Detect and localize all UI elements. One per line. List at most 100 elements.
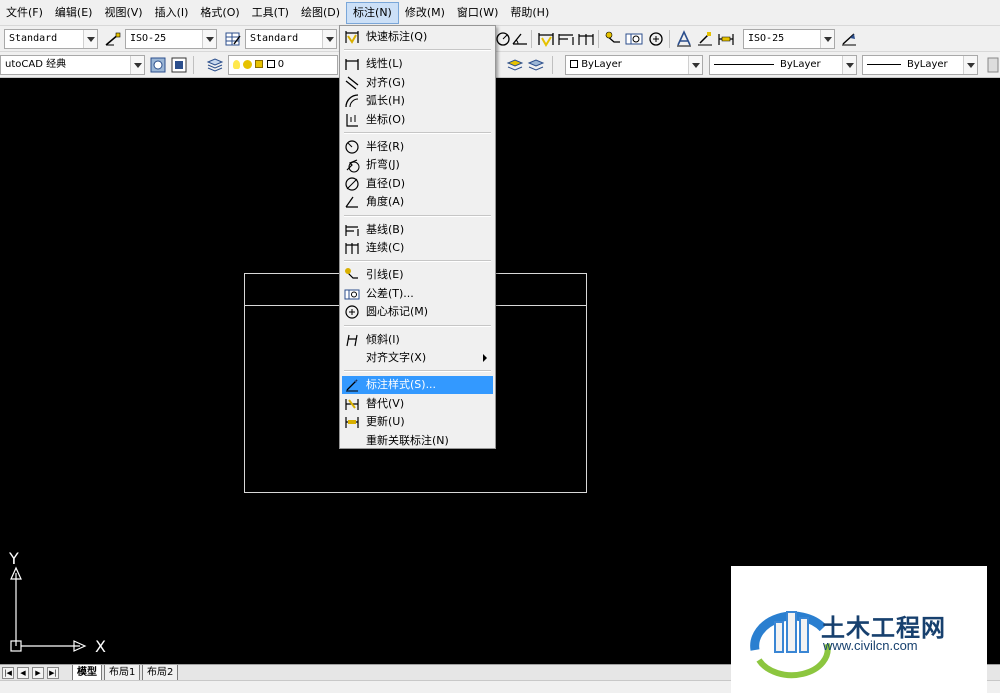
layer-select[interactable]: 0 (228, 55, 338, 75)
menu-help[interactable]: 帮助(H) (504, 2, 555, 24)
next-tab-icon[interactable]: ▶ (32, 667, 44, 679)
menu-file[interactable]: 文件(F) (0, 2, 49, 24)
lineweight-select[interactable]: ByLayer (862, 55, 978, 75)
dimension-edit-icon[interactable] (675, 30, 693, 48)
quick-dimension-icon[interactable] (537, 30, 555, 48)
menu-separator (344, 49, 491, 52)
tab-model[interactable]: 模型 (72, 665, 102, 681)
leader-icon[interactable] (604, 30, 622, 48)
dim-style-value: ISO-25 (130, 33, 167, 44)
text-style-select[interactable]: Standard (4, 29, 98, 49)
dimension-style-icon (344, 377, 360, 393)
radius-icon[interactable] (494, 30, 512, 48)
sun-icon (243, 59, 253, 69)
color-swatch-icon (266, 60, 275, 68)
last-tab-icon[interactable]: ▶| (47, 667, 59, 679)
tolerance-icon (344, 286, 360, 302)
tolerance-icon[interactable] (625, 30, 643, 48)
dimension-menu-item[interactable]: 倾斜(I) (342, 331, 493, 349)
dimension-menu-item[interactable]: 直径(D) (342, 175, 493, 193)
dimension-menu-item[interactable]: 线性(L) (342, 55, 493, 73)
dimension-menu-item[interactable]: 圆心标记(M) (342, 303, 493, 321)
oblique-icon (344, 332, 360, 348)
color-select[interactable]: ByLayer (565, 55, 703, 75)
styles-toolbar: Standard ISO-25 Standard ISO-25 (0, 26, 1000, 52)
menu-item-label: 更新(U) (366, 415, 405, 429)
menu-tools[interactable]: 工具(T) (246, 2, 295, 24)
menu-bar: 文件(F) 编辑(E) 视图(V) 插入(I) 格式(O) 工具(T) 绘图(D… (0, 0, 1000, 26)
layer-previous-icon[interactable] (527, 56, 545, 74)
dimension-menu-item[interactable]: 重新关联标注(N) (342, 432, 493, 450)
dim-style-select-right[interactable]: ISO-25 (743, 29, 835, 49)
diameter-icon (344, 176, 360, 192)
table-style-select[interactable]: Standard (245, 29, 337, 49)
menu-dimension[interactable]: 标注(N) (346, 1, 399, 24)
chevron-down-icon (322, 30, 336, 48)
center-mark-icon[interactable] (647, 30, 665, 48)
menu-window[interactable]: 窗口(W) (451, 2, 504, 24)
dimension-menu-item[interactable]: 坐标(O) (342, 111, 493, 129)
workspace-select[interactable]: utoCAD 经典 (0, 55, 145, 75)
dimension-menu-item[interactable]: 引线(E) (342, 266, 493, 284)
angular-icon[interactable] (511, 30, 529, 48)
menu-edit[interactable]: 编辑(E) (49, 2, 99, 24)
lineweight-sample (867, 63, 901, 65)
dimension-menu-item[interactable]: 更新(U) (342, 413, 493, 431)
dimension-menu-item[interactable]: 公差(T)... (342, 285, 493, 303)
menu-insert[interactable]: 插入(I) (149, 2, 195, 24)
workspace-settings-icon[interactable] (149, 56, 167, 74)
layer-manager-icon[interactable] (206, 56, 224, 74)
first-tab-icon[interactable]: |◀ (2, 667, 14, 679)
text-style-manager-icon[interactable] (104, 30, 122, 48)
dimension-menu-item[interactable]: 折弯(J) (342, 156, 493, 174)
menu-item-label: 快速标注(Q) (366, 30, 428, 43)
menu-draw[interactable]: 绘图(D) (295, 2, 346, 24)
menu-separator (344, 260, 491, 263)
plot-style-icon[interactable] (984, 56, 1000, 74)
menu-modify[interactable]: 修改(M) (399, 2, 451, 24)
menu-view[interactable]: 视图(V) (98, 2, 148, 24)
workspace-save-icon[interactable] (170, 56, 188, 74)
continue-icon (344, 240, 360, 256)
dimension-menu-item[interactable]: 弧长(H) (342, 92, 493, 110)
ordinate-icon (344, 112, 360, 128)
dimension-menu-item[interactable]: 标注样式(S)... (342, 376, 493, 395)
dimension-menu-item[interactable]: 对齐文字(X) (342, 349, 493, 367)
make-current-layer-icon[interactable] (506, 56, 524, 74)
ucs-y-label: Y (8, 549, 19, 568)
continue-icon[interactable] (577, 30, 595, 48)
tab-layout1[interactable]: 布局1 (104, 665, 141, 681)
menu-separator (344, 324, 491, 327)
jogged-icon (344, 157, 360, 173)
toolbar-divider (598, 30, 599, 48)
menu-item-label: 标注样式(S)... (366, 378, 437, 392)
dim-style-select[interactable]: ISO-25 (125, 29, 217, 49)
menu-item-label: 直径(D) (366, 176, 406, 190)
dimension-menu-item[interactable]: 快速标注(Q) (342, 28, 493, 46)
table-style-icon[interactable] (224, 30, 242, 48)
dimension-style-icon[interactable] (840, 30, 858, 48)
dimension-update-icon[interactable] (717, 30, 735, 48)
layers-toolbar: utoCAD 经典 0 ByLayer ByLayer ByLayer (0, 52, 1000, 78)
dimension-menu-item[interactable]: 角度(A) (342, 193, 493, 211)
menu-format[interactable]: 格式(O) (194, 2, 245, 24)
previous-tab-icon[interactable]: ◀ (17, 667, 29, 679)
linetype-select[interactable]: ByLayer (709, 55, 857, 75)
menu-item-label: 半径(R) (366, 140, 405, 153)
center-mark-icon (344, 304, 360, 320)
dimension-menu-item[interactable]: 半径(R) (342, 138, 493, 156)
tab-layout2[interactable]: 布局2 (142, 665, 179, 681)
dimension-menu-item[interactable]: 连续(C) (342, 239, 493, 257)
submenu-arrow-icon (483, 354, 487, 362)
radius-icon (344, 139, 360, 155)
toolbar-divider (193, 56, 194, 74)
menu-item-label: 线性(L) (366, 57, 403, 71)
dimension-menu-item[interactable]: 替代(V) (342, 395, 493, 413)
dimension-text-edit-icon[interactable] (696, 30, 714, 48)
baseline-icon[interactable] (557, 30, 575, 48)
override-icon (344, 396, 360, 412)
dimension-menu-item[interactable]: 对齐(G) (342, 74, 493, 92)
dimension-menu-item[interactable]: 基线(B) (342, 221, 493, 239)
chevron-down-icon (202, 30, 216, 48)
chevron-down-icon (963, 56, 977, 74)
